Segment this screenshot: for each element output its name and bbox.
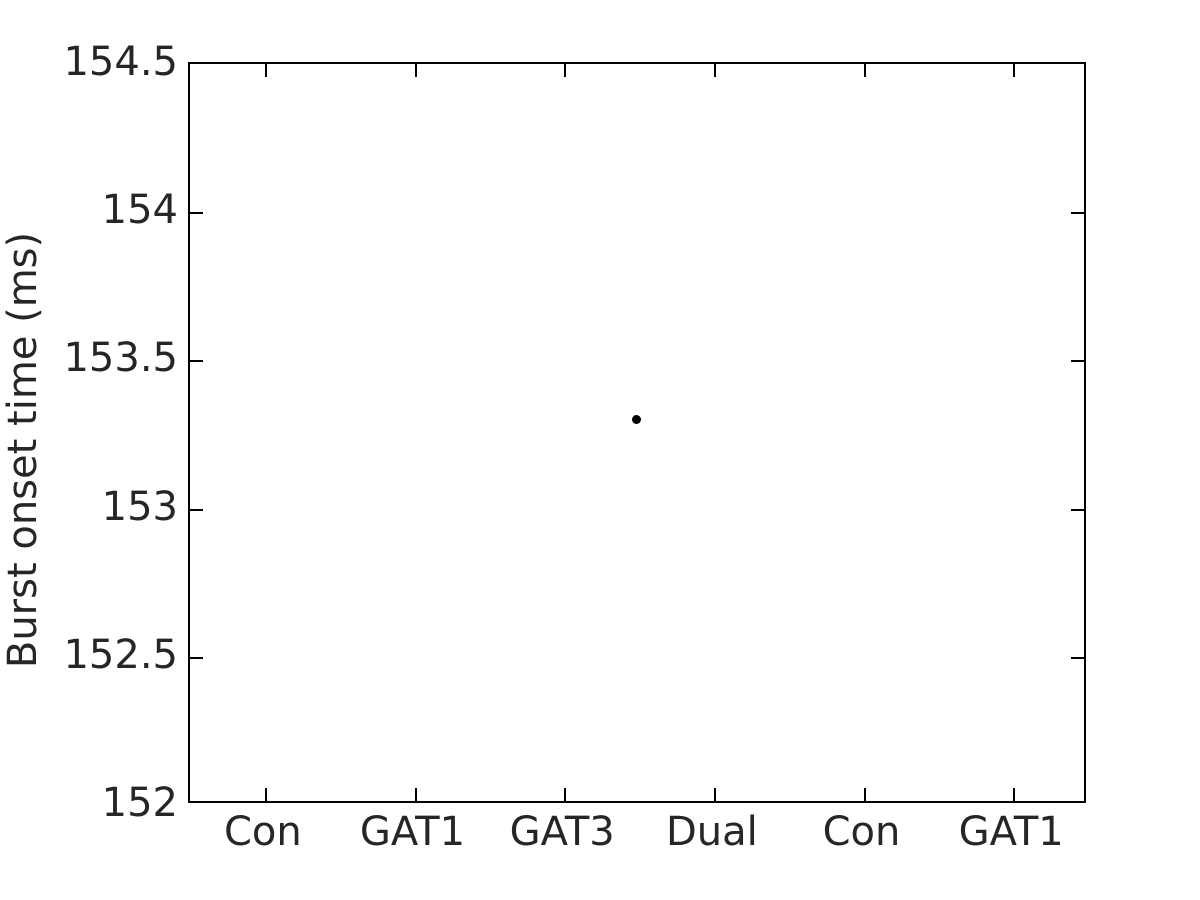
data-point: [631, 415, 641, 425]
y-axis-label: Burst onset time (ms): [0, 232, 46, 668]
x-tick-label: Con: [822, 809, 901, 855]
y-tick-label: 153: [101, 483, 178, 530]
x-tick-mark-top: [863, 64, 866, 77]
x-tick-mark-top: [1013, 64, 1016, 77]
y-tick-mark-left: [190, 508, 203, 511]
x-tick-mark-bottom: [564, 788, 567, 801]
x-tick-mark-top: [414, 64, 417, 77]
x-tick-mark-top: [713, 64, 716, 77]
x-tick-mark-bottom: [713, 788, 716, 801]
x-tick-label: Dual: [665, 809, 758, 855]
y-tick-mark-left: [190, 360, 203, 363]
plot-area: [188, 62, 1086, 803]
x-tick-mark-bottom: [1013, 788, 1016, 801]
y-tick-mark-right: [1071, 360, 1084, 363]
x-tick-label: GAT1: [958, 809, 1064, 855]
x-tick-label: Con: [223, 809, 302, 855]
y-tick-mark-right: [1071, 656, 1084, 659]
y-axis-label-text: Burst onset time (ms): [0, 231, 46, 669]
x-tick-mark-bottom: [264, 788, 267, 801]
y-tick-mark-left: [190, 656, 203, 659]
x-tick-mark-bottom: [414, 788, 417, 801]
x-tick-mark-top: [564, 64, 567, 77]
y-tick-label: 152: [101, 780, 178, 826]
y-tick-label: 153.5: [63, 335, 178, 382]
y-tick-mark-right: [1071, 508, 1084, 511]
y-tick-mark-right: [1071, 212, 1084, 215]
x-tick-label: GAT1: [359, 809, 466, 855]
x-tick-mark-top: [264, 64, 267, 77]
x-tick-label: GAT3: [509, 809, 615, 855]
y-tick-label: 152.5: [63, 631, 178, 678]
y-tick-mark-left: [190, 212, 203, 215]
y-tick-label: 154: [101, 187, 178, 234]
x-tick-mark-bottom: [863, 788, 866, 801]
figure-canvas: Burst onset time (ms) 152 152.5 153 153.5 15…: [0, 0, 1200, 900]
y-tick-label: 154.5: [63, 39, 178, 85]
